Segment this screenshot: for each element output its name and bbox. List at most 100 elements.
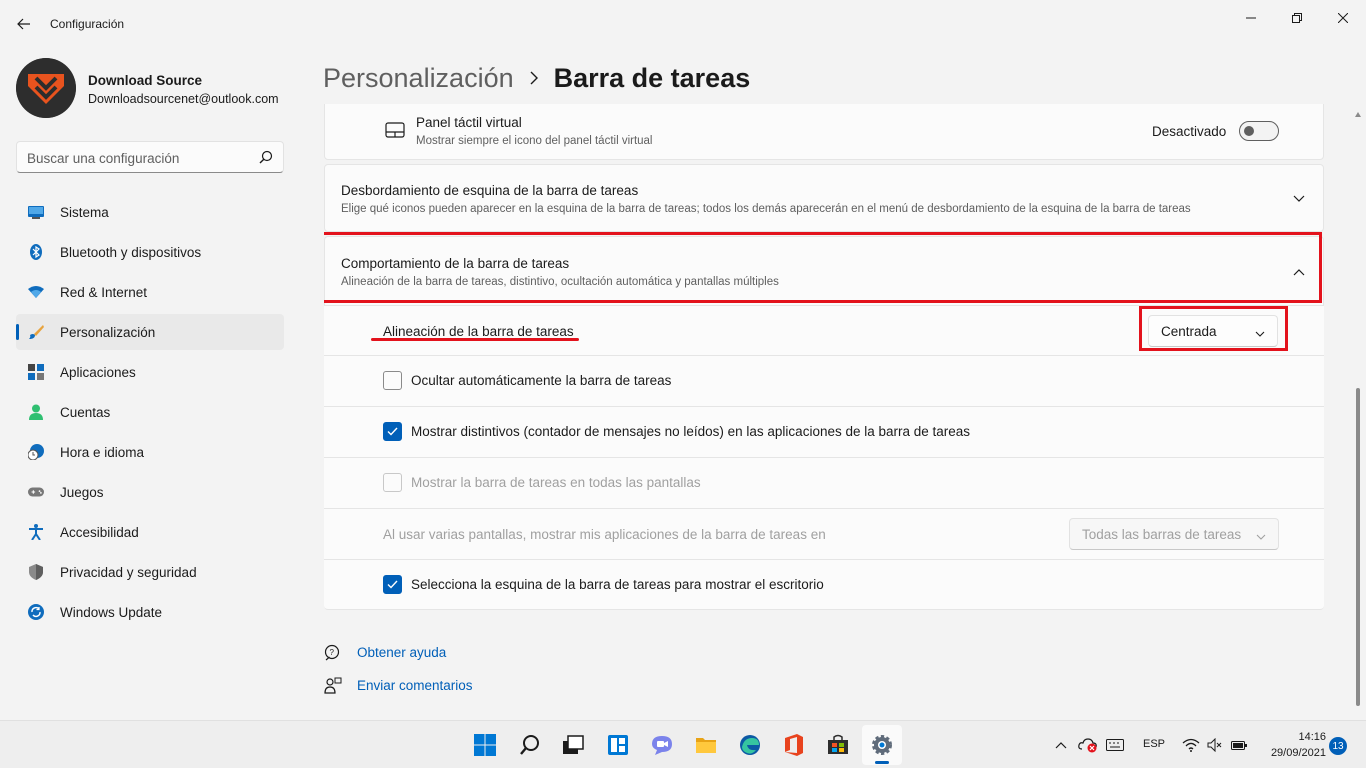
highlight-underline-alignment bbox=[371, 338, 579, 341]
breadcrumb-parent[interactable]: Personalización bbox=[323, 63, 514, 94]
keyboard-icon[interactable] bbox=[1106, 735, 1124, 755]
chevron-right-icon bbox=[530, 71, 538, 85]
search-icon bbox=[520, 735, 539, 755]
page-title: Barra de tareas bbox=[553, 62, 751, 93]
sidebar-item-label: Cuentas bbox=[60, 405, 111, 420]
download-source-logo-icon bbox=[16, 58, 76, 118]
sidebar-item-accesibilidad[interactable]: Accesibilidad bbox=[16, 514, 284, 550]
settings-taskbar-button[interactable] bbox=[862, 725, 902, 765]
touchpad-setting-card: Panel táctil virtual Mostrar siempre el … bbox=[324, 104, 1324, 160]
battery-icon[interactable] bbox=[1230, 735, 1248, 755]
language-indicator[interactable]: ESP bbox=[1143, 738, 1165, 750]
autohide-checkbox[interactable] bbox=[383, 371, 402, 390]
start-button[interactable] bbox=[465, 725, 505, 765]
widgets-icon bbox=[608, 735, 628, 755]
sidebar-item-sistema[interactable]: Sistema bbox=[16, 194, 284, 230]
chevron-down-icon[interactable] bbox=[1291, 191, 1307, 207]
task-view-icon bbox=[563, 735, 584, 754]
badges-checkbox[interactable] bbox=[383, 422, 402, 441]
sidebar-item-label: Personalización bbox=[60, 325, 156, 340]
shield-icon bbox=[28, 564, 44, 580]
store-icon bbox=[828, 734, 848, 754]
behavior-setting-card[interactable]: Comportamiento de la barra de tareas Ali… bbox=[324, 236, 1324, 306]
touchpad-subtitle: Mostrar siempre el icono del panel tácti… bbox=[416, 135, 653, 147]
task-view-button[interactable] bbox=[553, 725, 593, 765]
sidebar-item-windows-update[interactable]: Windows Update bbox=[16, 594, 284, 630]
scroll-up-icon[interactable] bbox=[1355, 104, 1361, 120]
sidebar-item-label: Juegos bbox=[60, 485, 104, 500]
gamepad-icon bbox=[28, 484, 44, 500]
system-icon bbox=[28, 204, 44, 220]
update-icon bbox=[28, 604, 44, 620]
scrollbar-thumb[interactable] bbox=[1356, 388, 1360, 706]
store-button[interactable] bbox=[818, 725, 858, 765]
touchpad-icon bbox=[385, 122, 405, 141]
chevron-down-icon bbox=[1256, 528, 1266, 543]
bluetooth-icon bbox=[28, 244, 44, 260]
touchpad-toggle-state: Desactivado bbox=[1152, 124, 1227, 139]
sidebar-item-cuentas[interactable]: Cuentas bbox=[16, 394, 284, 430]
breadcrumb: Personalización Barra de tareas bbox=[323, 58, 750, 98]
chevron-down-icon bbox=[1255, 325, 1265, 340]
checkmark-icon bbox=[387, 580, 398, 589]
sidebar-item-bluetooth[interactable]: Bluetooth y dispositivos bbox=[16, 234, 284, 270]
search-input[interactable] bbox=[27, 148, 247, 168]
sidebar-item-hora[interactable]: Hora e idioma bbox=[16, 434, 284, 470]
minimize-button[interactable] bbox=[1228, 4, 1274, 32]
overflow-setting-card[interactable]: Desbordamiento de esquina de la barra de… bbox=[324, 164, 1324, 232]
restore-icon bbox=[1292, 13, 1302, 23]
profile-name: Download Source bbox=[88, 73, 203, 88]
sidebar-item-juegos[interactable]: Juegos bbox=[16, 474, 284, 510]
close-icon bbox=[1338, 13, 1348, 23]
wifi-status-icon[interactable] bbox=[1182, 735, 1200, 755]
notification-badge[interactable]: 13 bbox=[1329, 737, 1347, 755]
all-displays-label: Mostrar la barra de tareas en todas las … bbox=[411, 475, 701, 490]
edge-button[interactable] bbox=[730, 725, 770, 765]
office-icon bbox=[785, 734, 803, 756]
settings-content: Panel táctil virtual Mostrar siempre el … bbox=[324, 104, 1324, 710]
checkmark-icon bbox=[387, 427, 398, 436]
sidebar-item-label: Bluetooth y dispositivos bbox=[60, 245, 202, 260]
restore-button[interactable] bbox=[1274, 4, 1320, 32]
sidebar-item-personalizacion[interactable]: Personalización bbox=[16, 314, 284, 350]
clock-date: 29/09/2021 bbox=[1270, 747, 1326, 759]
corner-desktop-label: Selecciona la esquina de la barra de tar… bbox=[411, 577, 824, 592]
sidebar-item-privacidad[interactable]: Privacidad y seguridad bbox=[16, 554, 284, 590]
get-help-text[interactable]: Obtener ayuda bbox=[357, 645, 446, 660]
feedback-icon bbox=[323, 676, 343, 696]
corner-desktop-row: Selecciona la esquina de la barra de tar… bbox=[324, 559, 1324, 610]
onedrive-error-icon[interactable] bbox=[1078, 735, 1098, 755]
chat-icon bbox=[652, 736, 672, 755]
file-explorer-button[interactable] bbox=[686, 725, 726, 765]
search-taskbar-button[interactable] bbox=[510, 725, 550, 765]
chevron-up-icon[interactable] bbox=[1291, 264, 1307, 280]
feedback-text[interactable]: Enviar comentarios bbox=[357, 678, 473, 693]
user-profile[interactable]: Download Source Downloadsourcenet@outloo… bbox=[16, 58, 286, 118]
clock[interactable]: 14:16 29/09/2021 bbox=[1262, 729, 1326, 761]
alignment-dropdown[interactable]: Centrada bbox=[1148, 315, 1278, 347]
sidebar-item-label: Aplicaciones bbox=[60, 365, 136, 380]
close-button[interactable] bbox=[1320, 4, 1366, 32]
search-icon[interactable] bbox=[259, 150, 273, 167]
search-box[interactable] bbox=[16, 141, 284, 173]
volume-muted-icon[interactable] bbox=[1207, 735, 1223, 755]
back-button[interactable] bbox=[10, 10, 38, 38]
touchpad-toggle[interactable] bbox=[1239, 121, 1279, 141]
widgets-button[interactable] bbox=[598, 725, 638, 765]
badges-row: Mostrar distintivos (contador de mensaje… bbox=[324, 406, 1324, 457]
sidebar-item-label: Privacidad y seguridad bbox=[60, 565, 197, 580]
apps-icon bbox=[28, 364, 44, 380]
app-title: Configuración bbox=[50, 17, 125, 31]
chat-button[interactable] bbox=[642, 725, 682, 765]
office-button[interactable] bbox=[774, 725, 814, 765]
corner-desktop-checkbox[interactable] bbox=[383, 575, 402, 594]
alignment-value: Centrada bbox=[1161, 324, 1217, 339]
wifi-icon bbox=[28, 284, 44, 300]
sidebar-item-red[interactable]: Red & Internet bbox=[16, 274, 284, 310]
autohide-label: Ocultar automáticamente la barra de tare… bbox=[411, 373, 672, 388]
chevron-up-icon[interactable] bbox=[1055, 735, 1067, 755]
svg-text:?: ? bbox=[330, 648, 335, 657]
folder-icon bbox=[696, 738, 716, 753]
sidebar-item-aplicaciones[interactable]: Aplicaciones bbox=[16, 354, 284, 390]
arrow-left-icon bbox=[17, 18, 30, 30]
